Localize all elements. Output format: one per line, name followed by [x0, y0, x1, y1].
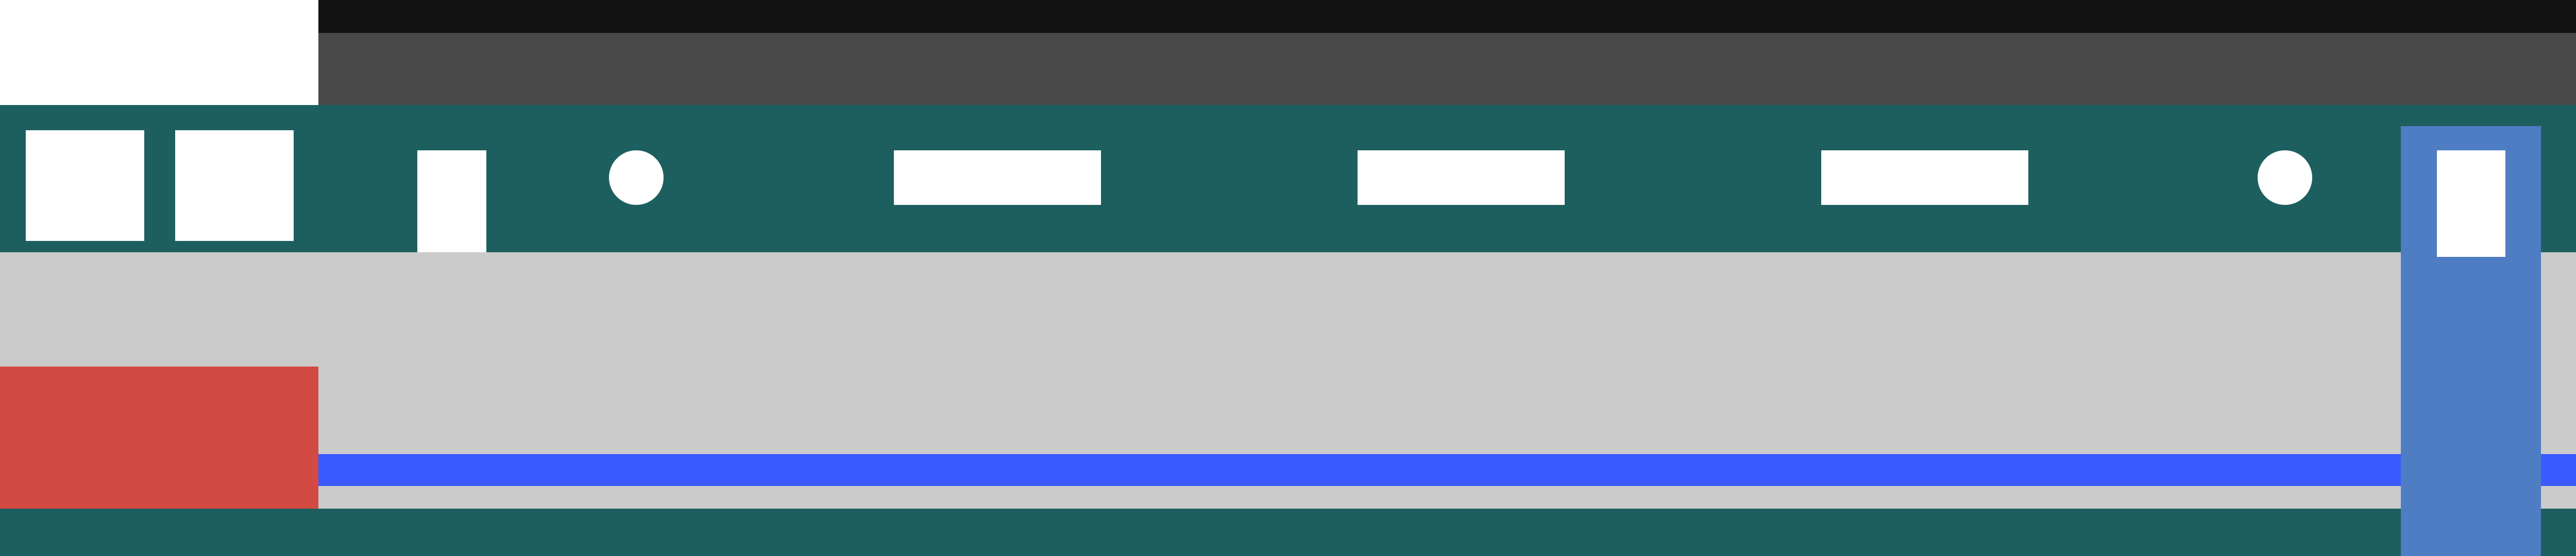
bar-icon[interactable] [1821, 150, 2028, 205]
status-block [0, 367, 318, 509]
toolbar-square-button-1[interactable] [26, 130, 144, 241]
progress-bar [318, 454, 2576, 486]
toolbar [0, 105, 2576, 252]
bar-icon[interactable] [894, 150, 1101, 205]
document-icon[interactable] [2437, 150, 2505, 257]
toolbar-square-button-2[interactable] [175, 130, 294, 241]
footer-bar [0, 509, 2576, 556]
app-window [0, 0, 2576, 556]
dot-icon[interactable] [2258, 150, 2312, 205]
menu-bar [318, 33, 2576, 105]
dot-icon[interactable] [609, 150, 664, 205]
title-bar [318, 0, 2576, 33]
document-icon[interactable] [417, 150, 486, 257]
bar-icon[interactable] [1358, 150, 1565, 205]
corner-panel [0, 0, 318, 105]
